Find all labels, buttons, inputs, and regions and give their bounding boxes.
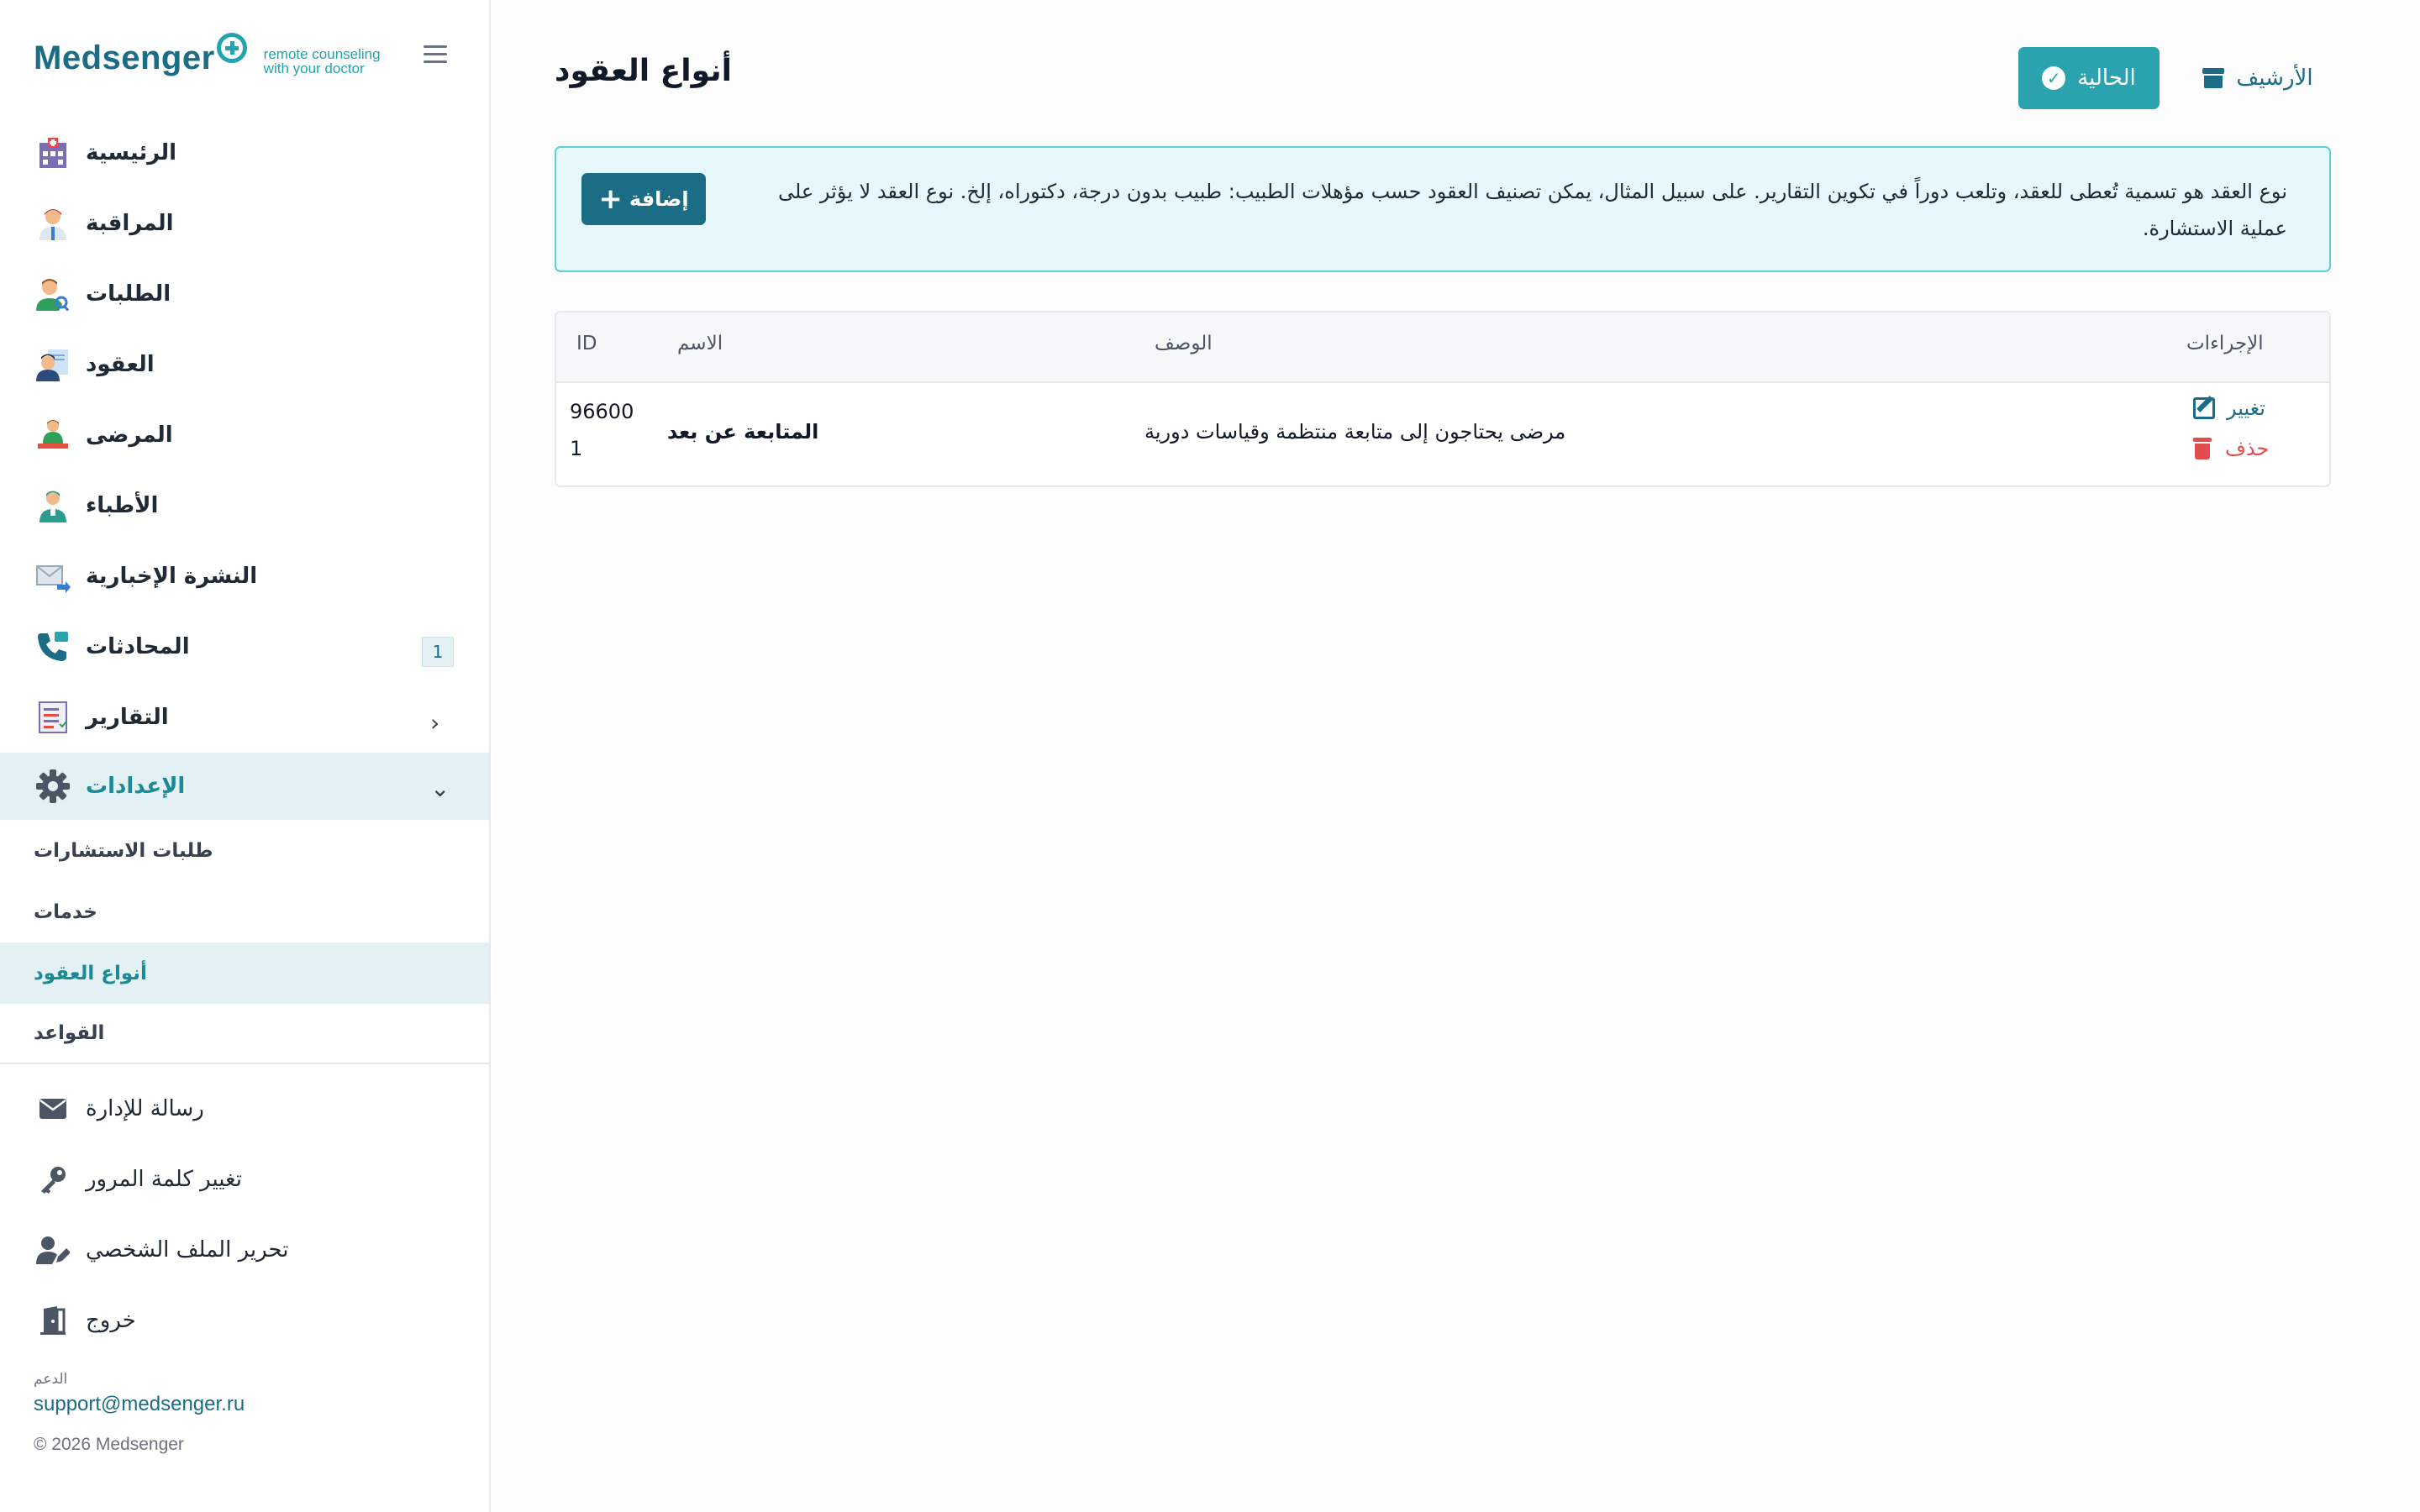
menu-toggle-icon[interactable] (424, 45, 447, 66)
settings-sub-rules[interactable]: القواعد (0, 1004, 489, 1063)
archive-box-icon (2202, 68, 2225, 88)
sidebar-item-doctors[interactable]: الأطباء (0, 470, 489, 541)
sidebar-item-label: المراقبة (86, 211, 174, 236)
door-exit-icon (35, 1303, 71, 1338)
sidebar-item-chats[interactable]: المحادثات 1 (0, 612, 489, 682)
info-text: نوع العقد هو تسمية تُعطى للعقد، وتلعب دو… (777, 180, 2287, 240)
doctor-icon (35, 206, 71, 241)
sidebar-item-label: المرضى (86, 423, 173, 448)
support-email-link[interactable]: support@medsenger.ru (34, 1393, 245, 1416)
sidebar-item-label: الأطباء (86, 493, 159, 518)
plus-icon: + (598, 182, 623, 216)
edit-label: تغيير (2227, 396, 2265, 420)
table-header: ID الاسم الوصف الإجراءات (556, 312, 2329, 383)
settings-sub-consultation-requests[interactable]: طلبات الاستشارات (0, 820, 489, 881)
sidebar-item-reports[interactable]: التقارير › (0, 682, 489, 753)
check-circle-icon: ✓ (2042, 66, 2066, 90)
sidebar: Medsenger remote counseling with your do… (0, 0, 491, 1512)
settings-sub-contract-types[interactable]: أنواع العقود (0, 942, 489, 1004)
contract-icon (35, 347, 71, 382)
row-id-line-2: 1 (570, 437, 583, 460)
delete-row-button[interactable]: حذف (2193, 437, 2269, 460)
sidebar-item-label: التقارير (86, 705, 169, 730)
sidebar-item-label: المحادثات (86, 634, 190, 659)
sidebar-item-monitoring[interactable]: المراقبة (0, 188, 489, 259)
sidebar-item-logout[interactable]: خروج (0, 1285, 489, 1356)
column-header-actions: الإجراءات (2186, 333, 2264, 354)
logo-tagline: remote counseling with your doctor (264, 47, 381, 76)
sidebar-item-requests[interactable]: الطلبات (0, 259, 489, 329)
sidebar-item-label: النشرة الإخبارية (86, 564, 258, 589)
row-id-line-1: 96600 (570, 400, 634, 423)
chevron-right-icon: › (430, 709, 440, 737)
sidebar-item-label: خروج (86, 1308, 136, 1333)
report-icon (35, 700, 71, 735)
logo-wordmark: Medsenger (34, 39, 215, 76)
sidebar-divider (0, 1063, 489, 1064)
sidebar-item-label: الإعدادات (86, 774, 186, 799)
info-alert: + إضافة نوع العقد هو تسمية تُعطى للعقد، … (555, 146, 2331, 272)
settings-sub-services[interactable]: خدمات (0, 881, 489, 942)
edit-icon (2193, 397, 2215, 419)
phone-chat-icon (35, 629, 71, 664)
sidebar-item-label: رسالة للإدارة (86, 1096, 204, 1121)
sidebar-item-home[interactable]: الرئيسية (0, 118, 489, 188)
column-header-description: الوصف (1155, 333, 1213, 354)
column-header-id: ID (576, 333, 597, 354)
copyright: © 2026 Medsenger (34, 1435, 184, 1454)
patients-icon (35, 417, 71, 453)
current-filter-button[interactable]: ✓ الحالية (2018, 47, 2160, 109)
trash-icon (2193, 438, 2212, 459)
sidebar-item-label: الرئيسية (86, 140, 177, 165)
sidebar-item-settings[interactable]: الإعدادات ⌄ (0, 753, 489, 820)
sidebar-item-label: العقود (86, 352, 155, 377)
doctors-icon (35, 488, 71, 523)
user-edit-icon (35, 1232, 71, 1268)
sidebar-nav: الرئيسية المراقبة الطلبات العقود المرضى (0, 118, 489, 1064)
archive-filter-button[interactable]: الأرشيف (2195, 47, 2321, 109)
sidebar-item-message-admin[interactable]: رسالة للإدارة (0, 1074, 489, 1144)
logo[interactable]: Medsenger remote counseling with your do… (34, 32, 381, 84)
key-icon (35, 1162, 71, 1197)
column-header-name: الاسم (677, 333, 723, 354)
gear-icon (35, 769, 71, 804)
tagline-line-2: with your doctor (263, 60, 365, 76)
sidebar-item-contracts[interactable]: العقود (0, 329, 489, 400)
contract-types-table: ID الاسم الوصف الإجراءات 96600 1 المتابع… (555, 311, 2331, 487)
sidebar-item-label: تحرير الملف الشخصي (86, 1237, 289, 1263)
row-description: مرضى يحتاجون إلى متابعة منتظمة وقياسات د… (1144, 420, 1566, 444)
add-contract-type-button[interactable]: + إضافة (581, 173, 706, 225)
support-title: الدعم (34, 1371, 68, 1388)
chevron-down-icon: ⌄ (430, 774, 450, 802)
user-search-icon (35, 276, 71, 312)
envelope-icon (35, 1091, 71, 1126)
archive-filter-label: الأرشيف (2236, 66, 2313, 91)
sidebar-item-label: تغيير كلمة المرور (86, 1167, 242, 1192)
sidebar-item-change-password[interactable]: تغيير كلمة المرور (0, 1144, 489, 1215)
mail-forward-icon (35, 559, 71, 594)
add-button-label: إضافة (629, 187, 689, 211)
edit-row-button[interactable]: تغيير (2193, 396, 2265, 420)
sidebar-item-patients[interactable]: المرضى (0, 400, 489, 470)
sidebar-bottom-nav: رسالة للإدارة تغيير كلمة المرور تحرير ال… (0, 1074, 489, 1356)
logo-plus-icon (216, 33, 247, 63)
sidebar-item-label: الطلبات (86, 281, 171, 307)
delete-label: حذف (2225, 437, 2270, 460)
row-name: المتابعة عن بعد (667, 420, 819, 444)
page-title: أنواع العقود (555, 54, 733, 88)
current-filter-label: الحالية (2077, 66, 2136, 91)
chats-count-badge: 1 (422, 637, 454, 667)
hospital-icon (35, 135, 71, 171)
sidebar-item-newsletter[interactable]: النشرة الإخبارية (0, 541, 489, 612)
sidebar-item-edit-profile[interactable]: تحرير الملف الشخصي (0, 1215, 489, 1285)
